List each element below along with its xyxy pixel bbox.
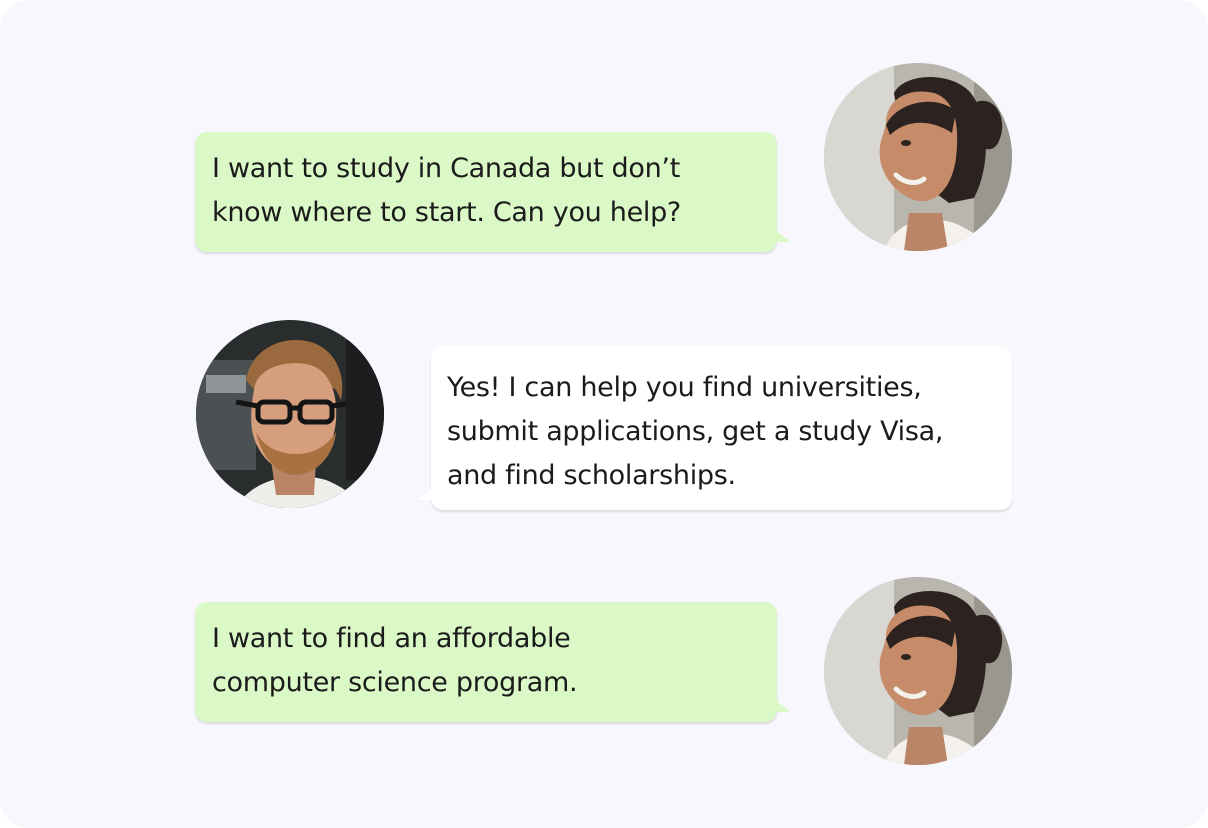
advisor-photo xyxy=(196,320,384,508)
bubble-tail xyxy=(775,230,791,242)
advisor-avatar-icon xyxy=(196,320,384,508)
student-avatar-icon xyxy=(824,63,1012,251)
student-photo xyxy=(824,577,1012,765)
message-text: Yes! I can help you find universities, s… xyxy=(447,372,944,491)
bubble-tail xyxy=(775,700,791,712)
bubble-tail xyxy=(417,488,433,500)
message-bubble-student: I want to find an affordable computer sc… xyxy=(195,602,791,722)
student-avatar-icon xyxy=(824,577,1012,765)
message-bubble-advisor: Yes! I can help you find universities, s… xyxy=(417,346,1012,510)
message-text: I want to find an affordable computer sc… xyxy=(212,623,578,698)
message-text: I want to study in Canada but don’t know… xyxy=(212,153,681,228)
student-photo xyxy=(824,63,1012,251)
chat-illustration: I want to study in Canada but don’t know… xyxy=(0,0,1208,828)
message-bubble-student: I want to study in Canada but don’t know… xyxy=(195,132,791,252)
